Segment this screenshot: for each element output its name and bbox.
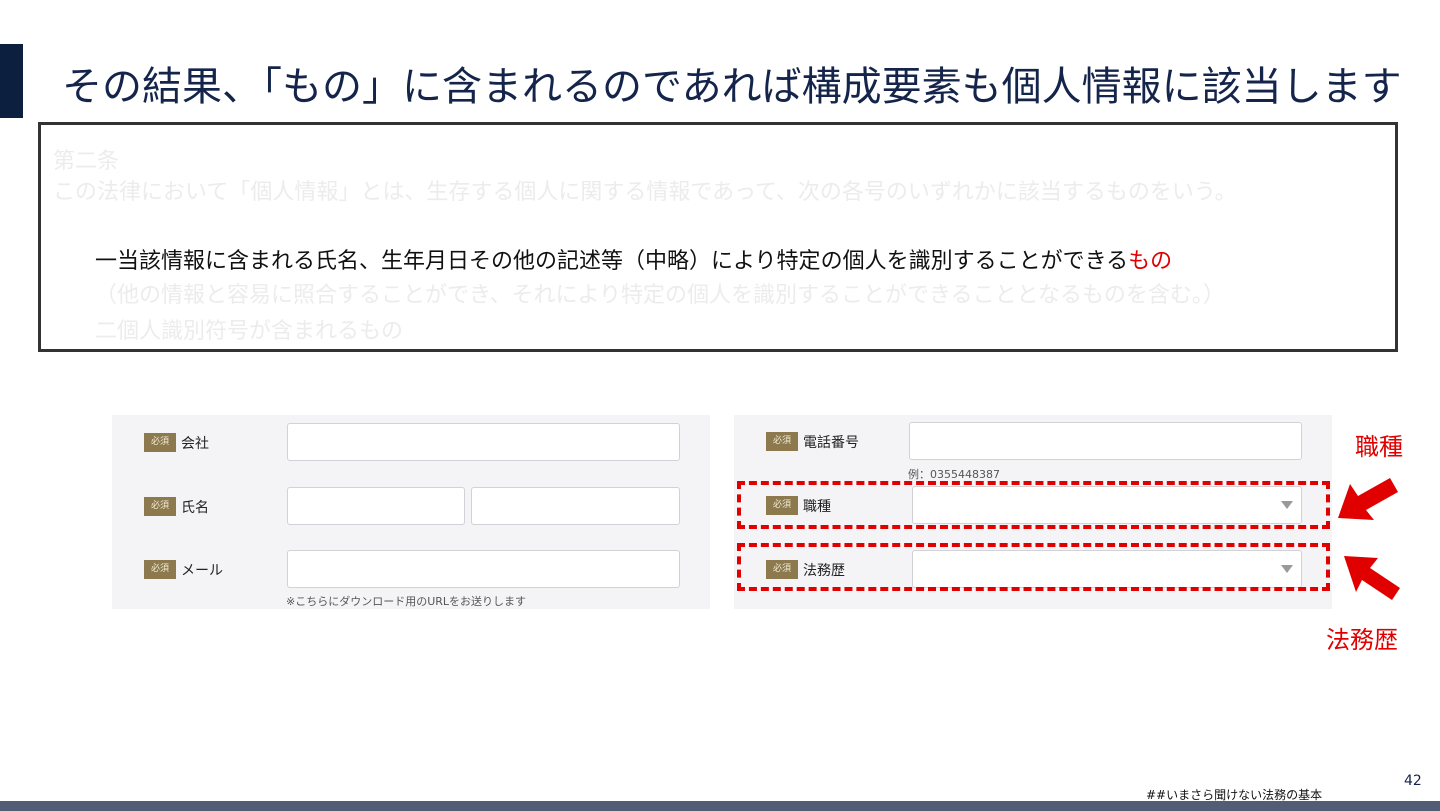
- name-label: 氏名: [181, 500, 209, 516]
- job-highlight-box: [737, 481, 1330, 529]
- required-badge: 必須: [144, 560, 176, 579]
- bottom-bar: [0, 801, 1440, 811]
- company-input[interactable]: [287, 423, 680, 461]
- title-accent-bar: [0, 44, 23, 118]
- last-name-input[interactable]: [287, 487, 465, 525]
- required-badge: 必須: [766, 432, 798, 451]
- arrow-left-up-icon: [1344, 556, 1400, 600]
- form-panel-left: 必須 会社 必須 氏名 必須 メール ※こちらにダウンロード用のURLをお送りし…: [112, 415, 710, 609]
- phone-input[interactable]: [909, 422, 1302, 460]
- article-quote-box: 第二条 この法律において「個人情報」とは、生存する個人に関する情報であって、次の…: [38, 122, 1398, 352]
- job-callout-label: 職種: [1355, 433, 1403, 461]
- article-item-1: 一当該情報に含まれる氏名、生年月日その他の記述等（中略）により特定の個人を識別す…: [95, 243, 1172, 275]
- required-badge: 必須: [144, 497, 176, 516]
- article-item-1-highlight: もの: [1128, 249, 1173, 274]
- required-badge: 必須: [144, 433, 176, 452]
- legal-exp-callout-label: 法務歴: [1326, 626, 1398, 654]
- page-number: 42: [1404, 773, 1422, 789]
- email-label: メール: [181, 563, 223, 579]
- phone-hint: 例：0355448387: [908, 468, 1000, 481]
- article-heading: 第二条: [53, 149, 120, 174]
- article-item-1-text: 一当該情報に含まれる氏名、生年月日その他の記述等（中略）により特定の個人を識別す…: [95, 249, 1129, 274]
- arrow-left-down-icon: [1338, 478, 1398, 520]
- article-item-1-note: （他の情報と容易に照合することができ、それにより特定の個人を識別することができる…: [95, 283, 1225, 308]
- company-label: 会社: [181, 436, 209, 452]
- email-input[interactable]: [287, 550, 680, 588]
- article-item-2: 二個人識別符号が含まれるもの: [95, 319, 404, 344]
- email-hint: ※こちらにダウンロード用のURLをお送りします: [286, 595, 527, 608]
- slide-title: その結果、「もの」に含まれるのであれば構成要素も個人情報に該当します: [62, 64, 1402, 110]
- article-body: この法律において「個人情報」とは、生存する個人に関する情報であって、次の各号のい…: [53, 180, 1237, 205]
- legal-exp-highlight-box: [737, 543, 1330, 591]
- phone-label: 電話番号: [803, 435, 859, 451]
- first-name-input[interactable]: [471, 487, 680, 525]
